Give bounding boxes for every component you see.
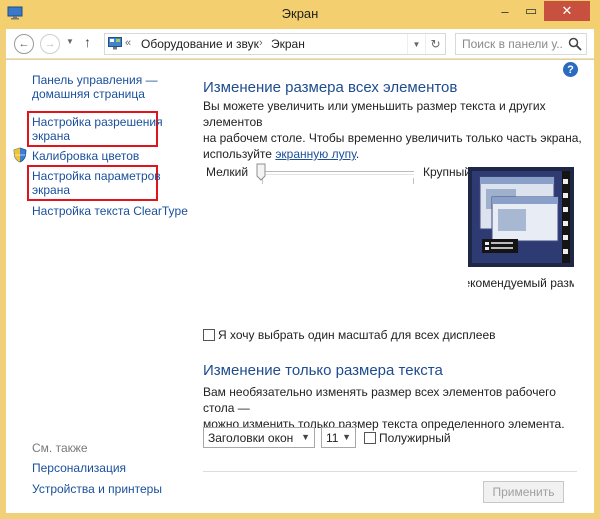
sidebar-home-link[interactable]: Панель управления — домашняя страница <box>32 73 158 101</box>
magnifier-link[interactable]: экранную лупу <box>275 147 356 161</box>
refresh-icon[interactable]: ↻ <box>425 34 445 54</box>
sidebar-item-resolution[interactable]: Настройка разрешения экрана <box>32 115 163 143</box>
sidebar-home-link-line1[interactable]: Панель управления — <box>32 73 158 87</box>
font-size-select[interactable]: 11 ▼ <box>321 427 356 448</box>
section1-text-line3: используйте экранную лупу. <box>203 146 583 162</box>
preview-caption-text: Рекомендуемый размер <box>468 276 574 290</box>
size-slider-track[interactable] <box>262 171 414 175</box>
sidebar-item-label[interactable]: экрана <box>32 129 163 143</box>
slider-tick <box>413 178 414 184</box>
navigation-bar: ← → ▼ ↑ « Оборудование и звук › Экран ▼ … <box>6 29 594 59</box>
sidebar-home-link-line2[interactable]: домашняя страница <box>32 87 158 101</box>
bold-checkbox[interactable] <box>364 432 376 444</box>
address-dropdown-icon[interactable]: ▼ <box>407 34 425 54</box>
see-also-devices-printers[interactable]: Устройства и принтеры <box>32 482 162 496</box>
content-area: ? Панель управления — домашняя страница … <box>6 60 594 513</box>
search-box[interactable]: Поиск в панели у... <box>455 33 587 55</box>
search-icon[interactable] <box>568 37 582 51</box>
section1-text-line2: на рабочем столе. Чтобы временно увеличи… <box>203 131 582 145</box>
same-scale-label[interactable]: Я хочу выбрать один масштаб для всех дис… <box>218 328 496 342</box>
section1-title: Изменение размера всех элементов <box>203 79 458 96</box>
section1-text-suffix: . <box>355 147 360 161</box>
divider <box>203 471 577 472</box>
close-button[interactable]: ✕ <box>544 1 590 21</box>
breadcrumb-separator[interactable]: › <box>259 37 263 49</box>
recent-pages-chevron-icon[interactable]: ▼ <box>66 37 74 46</box>
font-size-value[interactable]: 11 <box>326 431 338 445</box>
sidebar-item-label[interactable]: экрана <box>32 183 161 197</box>
text-element-select[interactable]: Заголовки окон ▼ <box>203 427 315 448</box>
sidebar-item-label[interactable]: Настройка текста ClearType <box>32 204 188 218</box>
text-element-value[interactable]: Заголовки окон <box>208 431 293 445</box>
see-also-heading: См. также <box>32 441 88 455</box>
sidebar-item-label[interactable]: Калибровка цветов <box>32 149 139 163</box>
scaling-preview-image <box>468 167 574 267</box>
breadcrumb-hardware-and-sound[interactable]: Оборудование и звук <box>141 37 259 51</box>
sidebar-item-display-settings[interactable]: Настройка параметров экрана <box>32 169 161 197</box>
section2-title: Изменение только размера текста <box>203 362 443 379</box>
shield-icon <box>13 147 27 163</box>
sidebar-item-color-calibration[interactable]: Калибровка цветов <box>32 149 139 163</box>
up-arrow-button[interactable]: ↑ <box>84 34 91 50</box>
section2-description: Вам необязательно изменять размер всех э… <box>203 384 583 432</box>
sidebar-item-label[interactable]: Настройка разрешения <box>32 115 163 129</box>
section1-description: Вы можете увеличить или уменьшить размер… <box>203 98 583 162</box>
bold-label[interactable]: Полужирный <box>379 431 451 445</box>
preview-caption: Рекомендуемый размер <box>468 276 574 290</box>
apply-button[interactable]: Применить <box>483 481 564 503</box>
see-also-personalization[interactable]: Персонализация <box>32 461 126 475</box>
section2-text-line1: Вам необязательно изменять размер всех э… <box>203 385 556 415</box>
search-input[interactable]: Поиск в панели у... <box>462 37 562 51</box>
section1-text-line1: Вы можете увеличить или уменьшить размер… <box>203 99 546 129</box>
sidebar-item-cleartype[interactable]: Настройка текста ClearType <box>32 204 188 218</box>
sidebar-item-label[interactable]: Настройка параметров <box>32 169 161 183</box>
window: Экран – ▭ ✕ ← → ▼ ↑ « Оборудование и зву… <box>0 0 600 519</box>
chevron-down-icon[interactable]: ▼ <box>301 432 310 442</box>
minimize-button[interactable]: – <box>492 1 518 21</box>
chevron-down-icon[interactable]: ▼ <box>342 432 351 442</box>
size-slider-thumb[interactable] <box>256 163 266 181</box>
section1-text-prefix: используйте <box>203 147 276 161</box>
slider-min-label: Мелкий <box>206 165 249 179</box>
address-bar[interactable]: « Оборудование и звук › Экран ▼ ↻ <box>104 33 446 55</box>
back-button[interactable]: ← <box>14 34 34 54</box>
same-scale-checkbox[interactable] <box>203 329 215 341</box>
control-panel-icon <box>108 37 122 50</box>
breadcrumb-display[interactable]: Экран <box>271 37 305 51</box>
slider-max-label: Крупный <box>423 165 471 179</box>
help-icon[interactable]: ? <box>563 62 578 77</box>
forward-button[interactable]: → <box>40 34 60 54</box>
title-bar: Экран – ▭ ✕ <box>0 0 600 29</box>
breadcrumb-prefix[interactable]: « <box>125 37 131 49</box>
maximize-button[interactable]: ▭ <box>518 1 544 21</box>
